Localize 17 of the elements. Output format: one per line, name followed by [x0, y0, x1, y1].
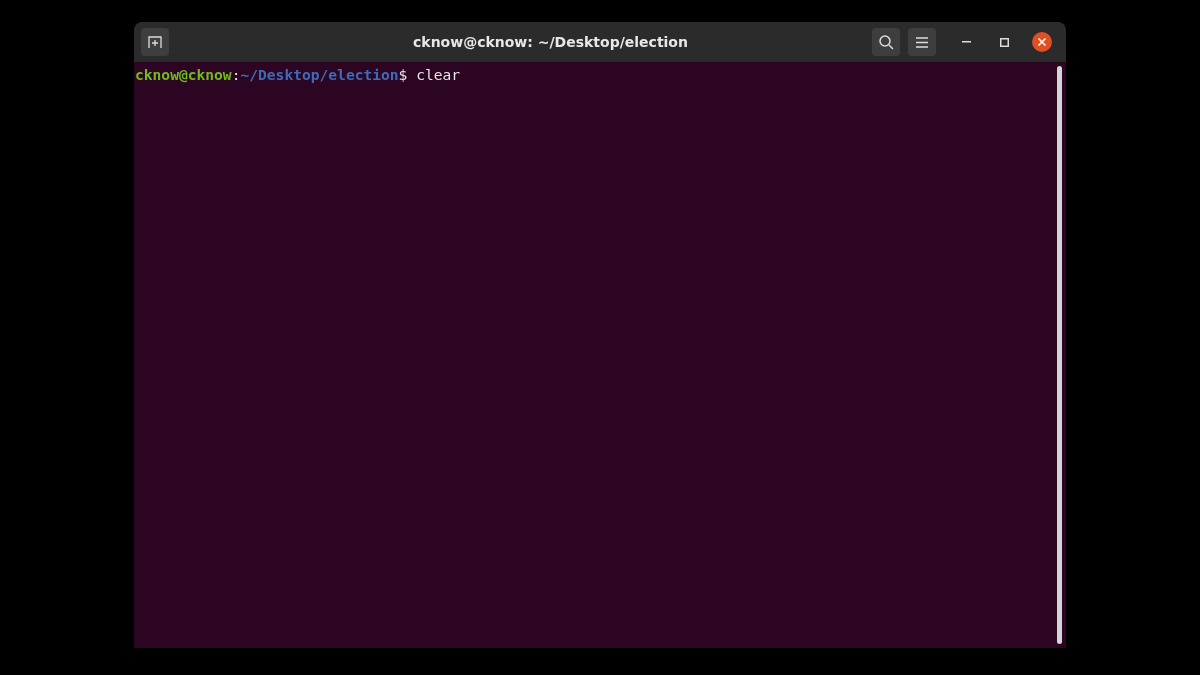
menu-icon [916, 36, 928, 48]
close-icon [1032, 32, 1052, 52]
menu-button[interactable] [908, 28, 936, 56]
new-tab-button[interactable] [141, 28, 169, 56]
prompt-symbol: $ [398, 66, 408, 83]
command-text: clear [416, 66, 461, 83]
search-button[interactable] [872, 28, 900, 56]
minimize-icon [961, 41, 971, 43]
prompt-separator: : [231, 66, 241, 83]
prompt-user: cknow@cknow [135, 66, 232, 83]
scrollbar[interactable] [1057, 66, 1062, 644]
search-icon [878, 34, 894, 50]
prompt-path: ~/Desktop/election [240, 66, 399, 83]
new-tab-icon [148, 35, 162, 49]
terminal-area[interactable]: cknow@cknow:~/Desktop/election$ clear [134, 62, 1066, 648]
window-title: cknow@cknow: ~/Desktop/election [412, 34, 689, 50]
maximize-icon [999, 37, 1009, 47]
